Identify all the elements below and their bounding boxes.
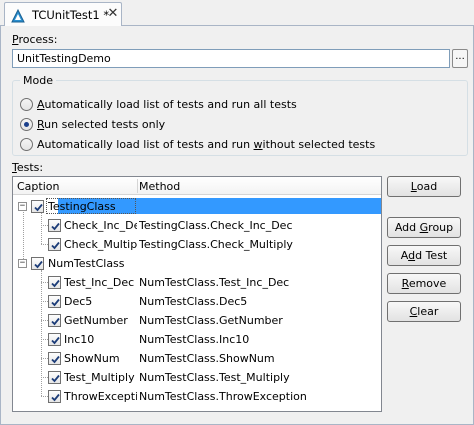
label-text-after: utomatically load list of tests and run … xyxy=(44,97,297,111)
checkbox[interactable] xyxy=(48,333,61,346)
caption-cell: Test_Multiply xyxy=(64,371,135,384)
label-text-after: ithout selected tests xyxy=(262,137,376,151)
mode-option-label: Automatically load list of tests and run… xyxy=(37,138,375,151)
label-text-after: lear xyxy=(417,305,439,318)
checkbox[interactable] xyxy=(48,276,61,289)
label-text-before: A xyxy=(400,249,409,262)
label-accelerator: G xyxy=(419,221,429,234)
tab-strip: TCUnitTest1 * ✕ xyxy=(0,0,474,27)
label-text-after: un selected tests only xyxy=(44,117,166,131)
label-text-after: emove xyxy=(408,277,447,290)
method-cell: NumTestClass.Test_Inc_Dec xyxy=(139,276,290,289)
tree-test-row[interactable]: ShowNum NumTestClass.ShowNum xyxy=(13,349,381,368)
method-cell: NumTestClass.Inc10 xyxy=(139,333,250,346)
label-accelerator: A xyxy=(37,97,45,111)
method-cell: NumTestClass.GetNumber xyxy=(139,314,283,327)
label-text-after: oad xyxy=(416,180,438,193)
mode-option-label: Run selected tests only xyxy=(37,118,165,131)
browse-process-button[interactable]: ... xyxy=(452,49,468,68)
remove-button[interactable]: Remove xyxy=(387,273,461,294)
caption-cell: ShowNum xyxy=(64,352,120,365)
radio-button[interactable] xyxy=(20,117,33,131)
process-label: Process: xyxy=(12,33,58,46)
mode-group-title: Mode xyxy=(20,74,56,87)
method-cell: NumTestClass.Test_Multiply xyxy=(139,371,290,384)
load-button[interactable]: Load xyxy=(387,176,461,197)
checkbox[interactable] xyxy=(48,219,61,232)
label-text-after: d Test xyxy=(415,249,448,262)
tab-tcunittest1[interactable]: TCUnitTest1 * ✕ xyxy=(4,2,122,27)
label-accelerator: R xyxy=(401,277,409,290)
close-icon[interactable]: ✕ xyxy=(106,5,120,23)
caption-cell: Check_Inc_Dec xyxy=(64,219,137,232)
checkbox[interactable] xyxy=(48,352,61,365)
add-test-button[interactable]: Add Test xyxy=(387,245,461,266)
label-accelerator: w xyxy=(253,137,263,151)
checkbox[interactable] xyxy=(31,257,44,270)
checkbox[interactable] xyxy=(48,295,61,308)
tree-header: Caption Method xyxy=(13,177,381,195)
method-cell: NumTestClass.ShowNum xyxy=(139,352,275,365)
method-cell: NumTestClass.ThrowException xyxy=(139,390,307,403)
radio-button[interactable] xyxy=(20,137,33,151)
method-cell: TestingClass.Check_Multiply xyxy=(139,238,293,251)
tests-label: Tests: xyxy=(12,161,44,174)
add-group-button[interactable]: Add Group xyxy=(387,217,461,238)
caption-cell: Check_Multiply xyxy=(64,238,137,251)
mode-option[interactable]: Automatically load list of tests and run… xyxy=(20,96,297,112)
tests-tree[interactable]: Caption Method − TestingClass Check_Inc_De… xyxy=(12,176,382,412)
checkbox[interactable] xyxy=(31,200,44,213)
caption-cell: Test_Inc_Dec xyxy=(64,276,135,289)
label-text-before: Add xyxy=(394,221,420,234)
tab-title: TCUnitTest1 * xyxy=(32,8,110,22)
caption-cell: Inc10 xyxy=(64,333,95,346)
tree-group-row[interactable]: − NumTestClass xyxy=(13,254,381,273)
mode-option[interactable]: Run selected tests only xyxy=(20,116,165,132)
radio-button[interactable] xyxy=(20,97,33,111)
checkbox[interactable] xyxy=(48,390,61,403)
tree-test-row[interactable]: ThrowExceptionNumTestClass.ThrowExceptio… xyxy=(13,387,381,406)
tree-test-row[interactable]: Dec5 NumTestClass.Dec5 xyxy=(13,292,381,311)
mode-option[interactable]: Automatically load list of tests and run… xyxy=(20,136,375,152)
method-cell: TestingClass.Check_Inc_Dec xyxy=(139,219,293,232)
label-text-before: Automatically load list of tests and run xyxy=(37,137,254,151)
column-header-caption[interactable]: Caption xyxy=(17,180,59,193)
checkbox[interactable] xyxy=(48,371,61,384)
caption-cell: TestingClass xyxy=(48,200,116,213)
caption-cell: GetNumber xyxy=(64,314,128,327)
unit-test-icon xyxy=(10,8,26,24)
tree-test-row[interactable]: GetNumber NumTestClass.GetNumber xyxy=(13,311,381,330)
column-header-method[interactable]: Method xyxy=(139,180,180,193)
collapse-icon[interactable]: − xyxy=(18,202,27,211)
checkbox[interactable] xyxy=(48,238,61,251)
column-divider[interactable] xyxy=(137,179,138,193)
label-text-after: roup xyxy=(428,221,454,234)
caption-cell: Dec5 xyxy=(64,295,93,308)
method-cell: NumTestClass.Dec5 xyxy=(139,295,248,308)
tree-group-row[interactable]: − TestingClass xyxy=(13,197,381,216)
tree-test-row[interactable]: Test_Inc_Dec NumTestClass.Test_Inc_Dec xyxy=(13,273,381,292)
clear-button[interactable]: Clear xyxy=(387,301,461,322)
caption-cell: NumTestClass xyxy=(48,257,125,270)
tree-test-row[interactable]: Check_Inc_DecTestingClass.Check_Inc_Dec xyxy=(13,216,381,235)
tree-test-row[interactable]: Check_MultiplyTestingClass.Check_Multipl… xyxy=(13,235,381,254)
caption-cell: ThrowException xyxy=(64,390,137,403)
process-field[interactable]: UnitTestingDemo xyxy=(12,49,450,68)
checkbox[interactable] xyxy=(48,314,61,327)
tree-test-row[interactable]: Test_Multiply NumTestClass.Test_Multiply xyxy=(13,368,381,387)
collapse-icon[interactable]: − xyxy=(18,259,27,268)
mode-option-label: Automatically load list of tests and run… xyxy=(37,98,297,111)
tree-test-row[interactable]: Inc10 NumTestClass.Inc10 xyxy=(13,330,381,349)
